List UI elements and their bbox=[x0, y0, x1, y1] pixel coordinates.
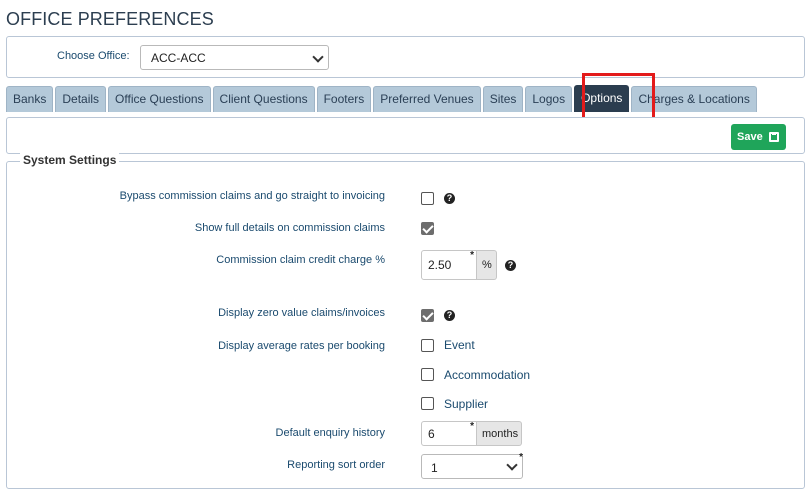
system-settings-legend: System Settings bbox=[20, 153, 120, 167]
event-label: Event bbox=[444, 338, 475, 352]
help-icon[interactable]: ? bbox=[444, 310, 455, 321]
sort-order-select[interactable]: 1 * bbox=[421, 452, 523, 479]
supplier-label: Supplier bbox=[444, 397, 489, 411]
tab-preferred-venues[interactable]: Preferred Venues bbox=[373, 86, 481, 112]
bypass-commission-label: Bypass commission claims and go straight… bbox=[119, 190, 385, 202]
average-rates-label: Display average rates per booking bbox=[218, 340, 385, 352]
chevron-down-icon bbox=[312, 51, 324, 63]
tab-details[interactable]: Details bbox=[55, 86, 107, 112]
enquiry-history-label: Default enquiry history bbox=[275, 427, 385, 439]
tab-logos[interactable]: Logos bbox=[525, 86, 573, 112]
percent-addon: % bbox=[477, 250, 497, 280]
tab-client-questions[interactable]: Client Questions bbox=[212, 86, 315, 112]
help-icon[interactable]: ? bbox=[444, 193, 455, 204]
enquiry-history-value: 6 bbox=[428, 427, 435, 441]
toolbar-panel: Save bbox=[6, 117, 805, 154]
system-settings-fieldset: System Settings Bypass commission claims… bbox=[6, 153, 805, 489]
zero-value-label: Display zero value claims/invoices bbox=[218, 307, 385, 319]
credit-charge-input[interactable]: 2.50 * bbox=[421, 250, 477, 280]
months-addon: months bbox=[477, 421, 522, 446]
tab-banks[interactable]: Banks bbox=[6, 86, 54, 112]
office-select[interactable]: ACC-ACC bbox=[140, 45, 329, 70]
show-full-details-label: Show full details on commission claims bbox=[194, 222, 385, 234]
required-asterisk: * bbox=[470, 250, 474, 261]
page-title: OFFICE PREFERENCES bbox=[6, 9, 214, 29]
save-button[interactable]: Save bbox=[731, 124, 786, 150]
floppy-disk-icon bbox=[769, 132, 779, 142]
zero-value-checkbox[interactable] bbox=[421, 309, 434, 322]
bypass-commission-checkbox[interactable] bbox=[421, 192, 434, 205]
office-select-value: ACC-ACC bbox=[151, 51, 206, 65]
choose-office-label: Choose Office: bbox=[57, 50, 130, 62]
sort-order-value: 1 bbox=[431, 461, 438, 475]
supplier-checkbox[interactable] bbox=[421, 397, 434, 410]
event-checkbox[interactable] bbox=[421, 339, 434, 352]
credit-charge-label: Commission claim credit charge % bbox=[216, 254, 385, 266]
help-icon[interactable]: ? bbox=[505, 260, 516, 271]
show-full-details-checkbox[interactable] bbox=[421, 222, 434, 235]
tab-office-questions[interactable]: Office Questions bbox=[108, 86, 211, 112]
required-asterisk: * bbox=[519, 452, 523, 463]
accommodation-checkbox[interactable] bbox=[421, 368, 434, 381]
sort-order-label: Reporting sort order bbox=[287, 459, 385, 471]
accommodation-label: Accommodation bbox=[444, 368, 531, 382]
office-panel: Choose Office: ACC-ACC bbox=[6, 36, 805, 78]
chevron-down-icon bbox=[506, 459, 518, 471]
tab-sites[interactable]: Sites bbox=[482, 86, 524, 112]
required-asterisk: * bbox=[470, 421, 474, 432]
credit-charge-value: 2.50 bbox=[428, 258, 452, 272]
enquiry-history-input[interactable]: 6 * bbox=[421, 421, 477, 446]
save-button-label: Save bbox=[737, 131, 763, 143]
tab-footers[interactable]: Footers bbox=[316, 86, 372, 112]
